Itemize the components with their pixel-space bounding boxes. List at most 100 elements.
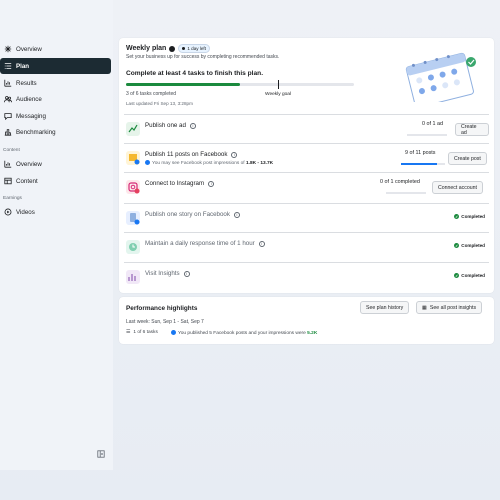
task-row-visit-insights: Visit Insights i ✓ Completed — [124, 262, 489, 291]
impressions-text: You published 5 Facebook posts and your … — [178, 330, 308, 336]
sidebar-item-content[interactable]: Content — [0, 173, 111, 189]
sidebar-item-results[interactable]: Results — [0, 75, 111, 91]
create-ad-button[interactable]: Create ad — [455, 123, 489, 136]
messaging-icon — [3, 111, 13, 121]
info-icon[interactable]: i — [231, 151, 238, 158]
sidebar-item-label: Plan — [16, 62, 30, 70]
see-plan-history-button[interactable]: See plan history — [360, 301, 410, 314]
performance-tasks: ☰ 1 of 6 tasks — [126, 330, 158, 335]
performance-impressions: You published 5 Facebook posts and your … — [171, 330, 317, 336]
button-label: See all post insights — [429, 304, 477, 311]
content-icon — [3, 176, 13, 186]
task-title: Connect to Instagram i — [145, 180, 215, 187]
sidebar-item-label: Benchmarking — [16, 128, 56, 136]
info-icon[interactable]: i — [189, 122, 196, 129]
task-title: Publish 11 posts on Facebook i — [145, 151, 238, 158]
task-progress-text: 9 of 11 posts — [405, 150, 436, 156]
sidebar: Overview Plan Results Audience Messaging… — [0, 0, 113, 470]
task-row-publish-posts: Publish 11 posts on Facebook i You may se… — [124, 143, 489, 172]
task-title: Maintain a daily response time of 1 hour… — [145, 240, 265, 247]
create-post-button[interactable]: Create post — [448, 152, 487, 165]
task-title-text: Visit Insights — [145, 270, 180, 277]
task-subtitle: You may see Facebook post impressions of… — [145, 160, 273, 166]
response-time-icon — [126, 240, 140, 254]
weekly-plan-header: Weekly plan 1 day left — [126, 44, 210, 53]
badge-label: 1 day left — [187, 46, 206, 51]
task-title: Publish one story on Facebook i — [145, 211, 240, 218]
sidebar-item-plan[interactable]: Plan — [0, 58, 111, 74]
info-icon[interactable]: i — [208, 180, 215, 187]
sidebar-item-overview[interactable]: Overview — [0, 41, 111, 57]
content-overview-icon — [3, 159, 13, 169]
collapse-sidebar-icon[interactable] — [97, 450, 105, 458]
completed-label: Completed — [461, 214, 485, 219]
tasks-count: 1 of 6 tasks — [133, 330, 158, 335]
weekly-goal-marker — [278, 80, 279, 89]
task-title: Visit Insights i — [145, 270, 190, 277]
posts-icon — [126, 151, 140, 165]
task-title-text: Publish one story on Facebook — [145, 211, 230, 218]
insights-icon — [126, 270, 140, 284]
task-progress-bar — [407, 134, 447, 136]
task-progress-text: 0 of 1 completed — [380, 179, 420, 185]
sidebar-item-label: Content — [16, 177, 38, 185]
list-icon: ☰ — [126, 330, 131, 335]
info-icon[interactable]: i — [258, 240, 265, 247]
task-progress-bar — [386, 192, 426, 194]
sidebar-item-audience[interactable]: Audience — [0, 91, 111, 107]
sidebar-item-label: Results — [16, 79, 37, 87]
completed-label: Completed — [461, 243, 485, 248]
clock-icon — [182, 47, 186, 50]
sidebar-item-content-overview[interactable]: Overview — [0, 156, 111, 172]
sidebar-item-messaging[interactable]: Messaging — [0, 108, 111, 124]
see-all-post-insights-button[interactable]: ▦ See all post insights — [416, 301, 483, 314]
calendar-illustration — [405, 52, 476, 102]
sidebar-item-benchmarking[interactable]: Benchmarking — [0, 124, 111, 140]
facebook-icon — [145, 160, 150, 165]
plan-goal: Complete at least 4 tasks to finish this… — [126, 70, 264, 77]
check-icon: ✓ — [454, 273, 460, 278]
info-icon[interactable]: i — [183, 270, 190, 277]
sidebar-item-label: Audience — [16, 95, 42, 103]
overview-icon — [3, 44, 13, 54]
connect-account-button[interactable]: Connect account — [432, 181, 483, 194]
task-progress-text: 0 of 1 ad — [422, 121, 443, 127]
instagram-icon — [126, 180, 140, 194]
audience-icon — [3, 94, 13, 104]
story-icon — [126, 211, 140, 225]
weekly-goal-label: Weekly goal — [265, 92, 292, 97]
impressions-prefix: You may see Facebook post impressions of — [152, 160, 246, 166]
check-icon: ✓ — [454, 214, 460, 219]
impressions-value: 5.2K — [307, 330, 318, 336]
task-row-response-time: Maintain a daily response time of 1 hour… — [124, 232, 489, 261]
info-icon[interactable] — [169, 45, 176, 52]
weekly-plan-subtitle: Set your business up for success by comp… — [126, 54, 280, 60]
completed-label: Completed — [461, 273, 485, 278]
performance-week: Last week: Sun, Sep 1 - Sat, Sep 7 — [126, 319, 204, 325]
task-title-text: Connect to Instagram — [145, 180, 205, 187]
performance-highlights-card: Performance highlights See plan history … — [119, 297, 494, 344]
sidebar-item-label: Overview — [16, 160, 42, 168]
task-progress-fill — [401, 163, 438, 165]
last-updated: Last updated Fri Sep 13, 3:28pm — [126, 101, 193, 106]
ad-icon — [126, 122, 140, 136]
days-left-badge: 1 day left — [178, 44, 210, 53]
tasks-completed: 3 of 6 tasks completed — [126, 91, 177, 97]
task-progress-bar — [401, 163, 445, 165]
info-icon[interactable]: i — [233, 211, 240, 218]
benchmarking-icon — [3, 127, 13, 137]
completed-badge: ✓ Completed — [454, 214, 485, 219]
sidebar-item-label: Overview — [16, 45, 42, 53]
task-row-publish-story: Publish one story on Facebook i ✓ Complete… — [124, 203, 489, 232]
performance-title: Performance highlights — [126, 305, 198, 312]
task-title-text: Maintain a daily response time of 1 hour — [145, 240, 255, 247]
task-title-text: Publish one ad — [145, 122, 186, 129]
results-icon — [3, 78, 13, 88]
section-label-earnings: Earnings — [3, 196, 22, 201]
task-row-publish-ad: Publish one ad i 0 of 1 ad Create ad — [124, 114, 489, 143]
section-label-content: Content — [3, 148, 20, 153]
sidebar-item-label: Messaging — [16, 112, 46, 120]
videos-icon — [3, 207, 13, 217]
sidebar-item-videos[interactable]: Videos — [0, 204, 111, 220]
sidebar-item-label: Videos — [16, 208, 35, 216]
